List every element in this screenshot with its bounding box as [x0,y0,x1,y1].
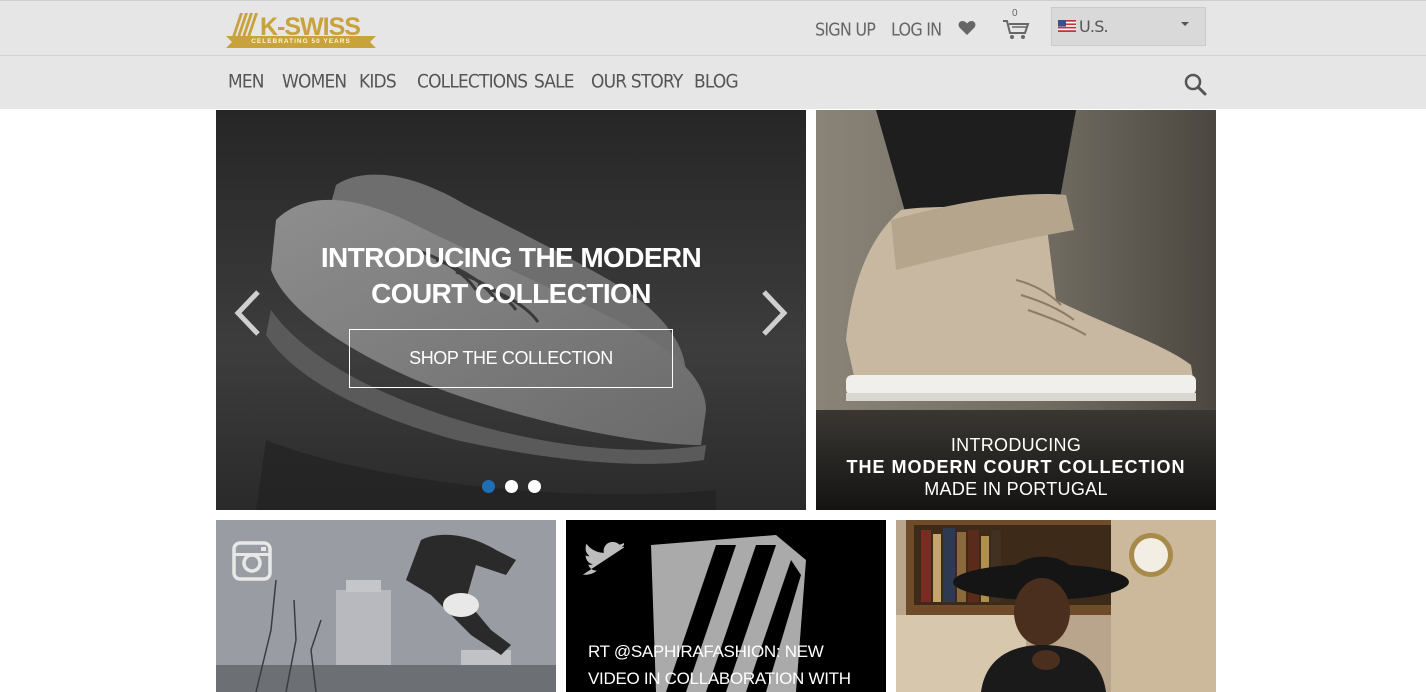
nav-item-collections[interactable]: COLLECTIONS [417,71,528,93]
promo-caption: INTRODUCING THE MODERN COURT COLLECTION … [816,434,1216,500]
tweet-text: RT @SAPHIRAFASHION: NEW VIDEO IN COLLABO… [588,642,851,688]
chevron-down-icon [1181,22,1189,26]
modern-court-promo[interactable]: INTRODUCING THE MODERN COURT COLLECTION … [816,110,1216,510]
nav-item-our-story[interactable]: OUR STORY [591,71,683,93]
carousel-dot-3[interactable] [528,480,541,493]
carousel-dot-2[interactable] [505,480,518,493]
carousel-dot-1[interactable] [482,480,495,493]
wishlist-heart-icon[interactable] [958,20,976,36]
promo-line-3: MADE IN PORTUGAL [924,479,1108,499]
kswiss-logo[interactable]: K-SWISS CELEBRATING 50 YEARS [226,9,376,49]
cart-icon[interactable] [1002,17,1030,41]
hero-carousel: INTRODUCING THE MODERN COURT COLLECTION … [216,110,806,510]
hero-title-line-2: COURT COLLECTION [371,278,651,309]
us-flag-icon [1058,20,1076,32]
twitter-tile[interactable]: RT @SAPHIRAFASHION: NEW VIDEO IN COLLABO… [566,520,886,692]
nav-item-blog[interactable]: BLOG [694,71,739,93]
man-in-hat-photo [896,520,1216,692]
nav-item-kids[interactable]: KIDS [359,71,397,93]
hero-title-line-1: INTRODUCING THE MODERN [320,242,702,273]
search-icon[interactable] [1183,72,1207,96]
twitter-bird-icon [582,542,624,575]
instagram-icon [232,541,272,581]
model-photo-tile[interactable] [896,520,1216,692]
main-nav: MEN WOMEN KIDS COLLECTIONS SALE OUR STOR… [0,56,1426,109]
sign-up-link[interactable]: SIGN UP [815,19,876,40]
shop-the-collection-button[interactable]: SHOP THE COLLECTION [349,329,673,388]
log-in-link[interactable]: LOG IN [891,19,942,40]
five-stripes-logo-icon [232,13,258,37]
promo-line-2: THE MODERN COURT COLLECTION [846,457,1186,477]
top-bar: K-SWISS CELEBRATING 50 YEARS SIGN UP LOG… [0,0,1426,56]
region-label: U.S. [1079,17,1109,36]
nav-item-sale[interactable]: SALE [534,71,575,93]
logo-tagline: CELEBRATING 50 YEARS [226,36,376,48]
nav-item-men[interactable]: MEN [228,71,265,93]
region-select[interactable]: U.S. [1051,7,1206,46]
instagram-tile[interactable] [216,520,556,692]
nav-item-women[interactable]: WOMEN [282,71,347,93]
hero-title: INTRODUCING THE MODERN COURT COLLECTION [216,240,806,312]
promo-line-1: INTRODUCING [950,435,1082,455]
